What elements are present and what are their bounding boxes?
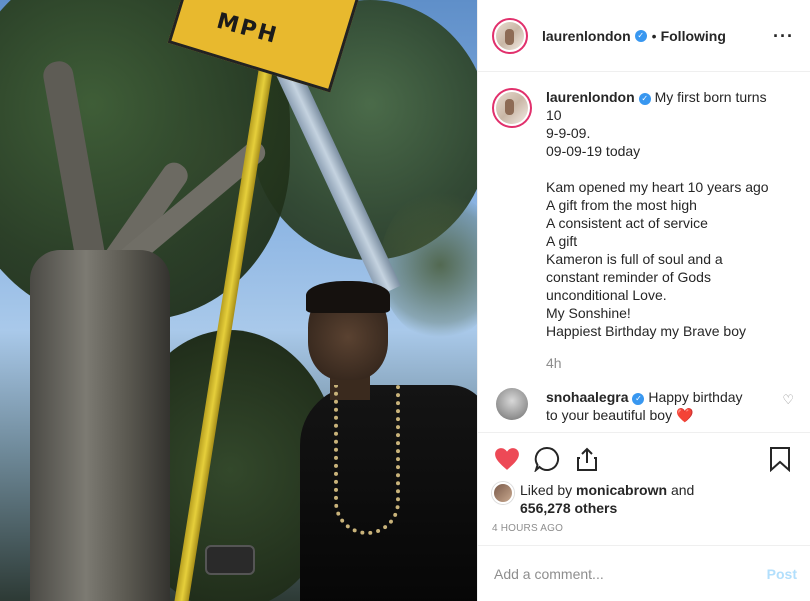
red-heart-emoji: ❤️ (675, 407, 694, 423)
commenter-username[interactable]: snohaalegra (546, 389, 628, 405)
liked-by-prefix: Liked by (520, 482, 573, 498)
likes-summary: Liked by monicabrown and 656,278 others (492, 481, 795, 517)
caption-line: Kam opened my heart 10 years ago (546, 179, 769, 195)
comments-area[interactable]: laurenlondon ✓ My first born turns 10 9-9… (478, 72, 810, 432)
share-icon[interactable] (572, 445, 602, 473)
liker-avatar[interactable] (492, 482, 514, 504)
action-icons (492, 445, 795, 473)
commenter-avatar[interactable] (496, 388, 528, 420)
add-comment-bar: Post (478, 545, 810, 601)
more-options-icon[interactable]: ··· (773, 27, 794, 45)
comment-bubble-icon[interactable] (532, 445, 562, 473)
verified-badge-icon: ✓ (634, 29, 647, 42)
author-avatar-image (496, 21, 524, 50)
caption-avatar-image (496, 92, 528, 124)
caption-line: A gift from the most high (546, 197, 697, 213)
speed-sign-text: MPH (213, 8, 281, 50)
post-photo[interactable]: MPH (0, 0, 477, 601)
likes-text: Liked by monicabrown and 656,278 others (520, 481, 694, 517)
caption-line: 10 (546, 107, 562, 123)
bookmark-icon[interactable] (765, 445, 795, 473)
comment-like-heart-icon[interactable]: ♡ (782, 392, 794, 408)
gold-chain (334, 385, 400, 535)
caption-line: unconditional Love. (546, 287, 667, 303)
caption-line: constant reminder of Gods (546, 269, 711, 285)
post-actions: Liked by monicabrown and 656,278 others … (478, 432, 810, 534)
caption-line: Happiest Birthday my Brave boy (546, 323, 746, 339)
post-header: laurenlondon ✓ • Following ··· (478, 0, 810, 72)
comment-text: snohaalegra ✓ Happy birthday to your beau… (546, 388, 761, 424)
caption-text: laurenlondon ✓ My first born turns 10 9-9… (546, 88, 769, 372)
heart-filled-icon[interactable] (492, 445, 522, 473)
caption-line: 09-09-19 today (546, 143, 641, 159)
hair (306, 281, 390, 313)
separator-dot: • (651, 27, 657, 44)
liked-by-user[interactable]: monicabrown (576, 482, 667, 498)
liked-by-and: and (670, 482, 695, 498)
author-username[interactable]: laurenlondon (542, 28, 631, 44)
comment-line-2: to your beautiful boy (546, 407, 673, 423)
caption-timestamp[interactable]: 4h (546, 354, 769, 372)
caption-line: 9-9-09. (546, 125, 591, 141)
following-button[interactable]: Following (661, 28, 726, 44)
caption: laurenlondon ✓ My first born turns 10 9-9… (492, 88, 794, 372)
comment-line-1: Happy birthday (648, 389, 743, 405)
post-side-panel: laurenlondon ✓ • Following ··· laurenlon… (477, 0, 810, 601)
post-button[interactable]: Post (767, 566, 797, 582)
others-count[interactable]: 656,278 others (520, 500, 617, 516)
tree-trunk (30, 250, 170, 601)
street-lamp (205, 545, 255, 575)
caption-line: A consistent act of service (546, 215, 708, 231)
caption-line: My Sonshine! (546, 305, 631, 321)
verified-badge-icon: ✓ (632, 393, 645, 405)
caption-line: Kameron is full of soul and a (546, 251, 723, 267)
caption-line-text: My first born turns (654, 89, 767, 105)
verified-badge-icon: ✓ (638, 93, 651, 105)
post-timestamp[interactable]: 4 HOURS AGO (492, 523, 795, 534)
caption-line: laurenlondon ✓ My first born turns (546, 88, 769, 106)
boy-figure (300, 281, 477, 601)
caption-avatar[interactable] (492, 88, 532, 128)
comment: snohaalegra ✓ Happy birthday to your beau… (492, 388, 794, 424)
caption-username[interactable]: laurenlondon (546, 89, 635, 105)
comment-input[interactable] (494, 565, 767, 582)
author-avatar[interactable] (492, 17, 528, 54)
caption-line: A gift (546, 233, 578, 249)
